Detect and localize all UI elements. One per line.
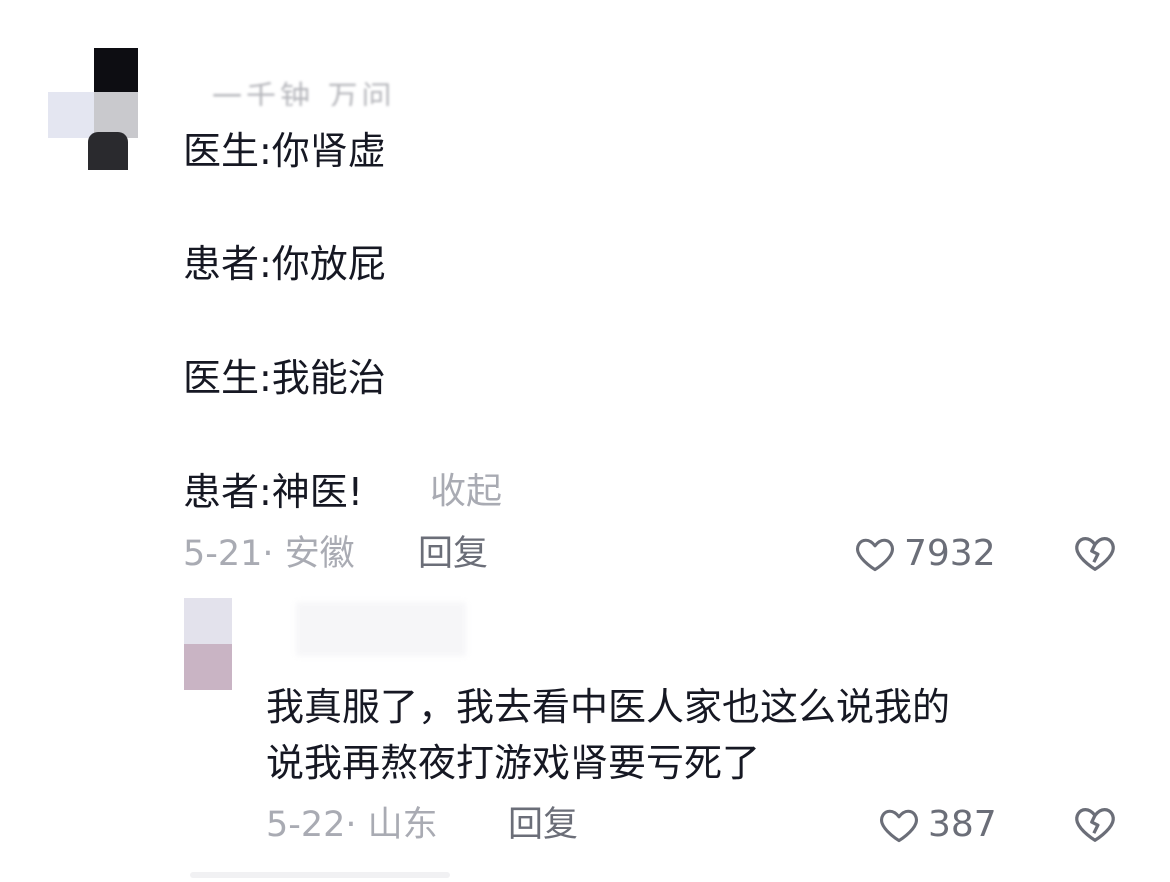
reply-date-location: 5-22· 山东 xyxy=(266,805,438,845)
reply-like-button[interactable]: 387 xyxy=(876,803,997,847)
comment-line-2: 患者:你放屁 xyxy=(183,242,386,286)
comment-date-location: 5-21· 安徽 xyxy=(183,534,355,574)
reply-reply-button[interactable]: 回复 xyxy=(508,803,578,847)
comment-line-3: 医生:我能治 xyxy=(183,356,386,400)
comment-reply-button[interactable]: 回复 xyxy=(418,532,488,576)
broken-heart-icon[interactable] xyxy=(1072,530,1118,576)
broken-heart-icon[interactable] xyxy=(1072,801,1118,847)
comment-like-count: 7932 xyxy=(904,533,996,574)
comment-line-4: 患者:神医! xyxy=(183,470,364,514)
reply-line-2: 说我再熬夜打游戏肾要亏死了 xyxy=(266,741,761,785)
heart-outline-icon xyxy=(876,803,922,847)
heart-outline-icon xyxy=(852,532,898,576)
next-item-edge xyxy=(190,872,450,878)
comment-like-button[interactable]: 7932 xyxy=(852,532,996,576)
commenter-username[interactable]: 一千钟 万问 xyxy=(212,72,396,106)
reply-like-count: 387 xyxy=(928,804,997,845)
reply-line-1: 我真服了，我去看中医人家也这么说我的 xyxy=(266,685,951,729)
comment-line-1: 医生:你肾虚 xyxy=(183,129,386,173)
collapse-link[interactable]: 收起 xyxy=(430,469,502,515)
replier-avatar[interactable] xyxy=(184,598,232,690)
replier-username[interactable] xyxy=(296,602,466,656)
commenter-avatar[interactable] xyxy=(48,48,156,170)
